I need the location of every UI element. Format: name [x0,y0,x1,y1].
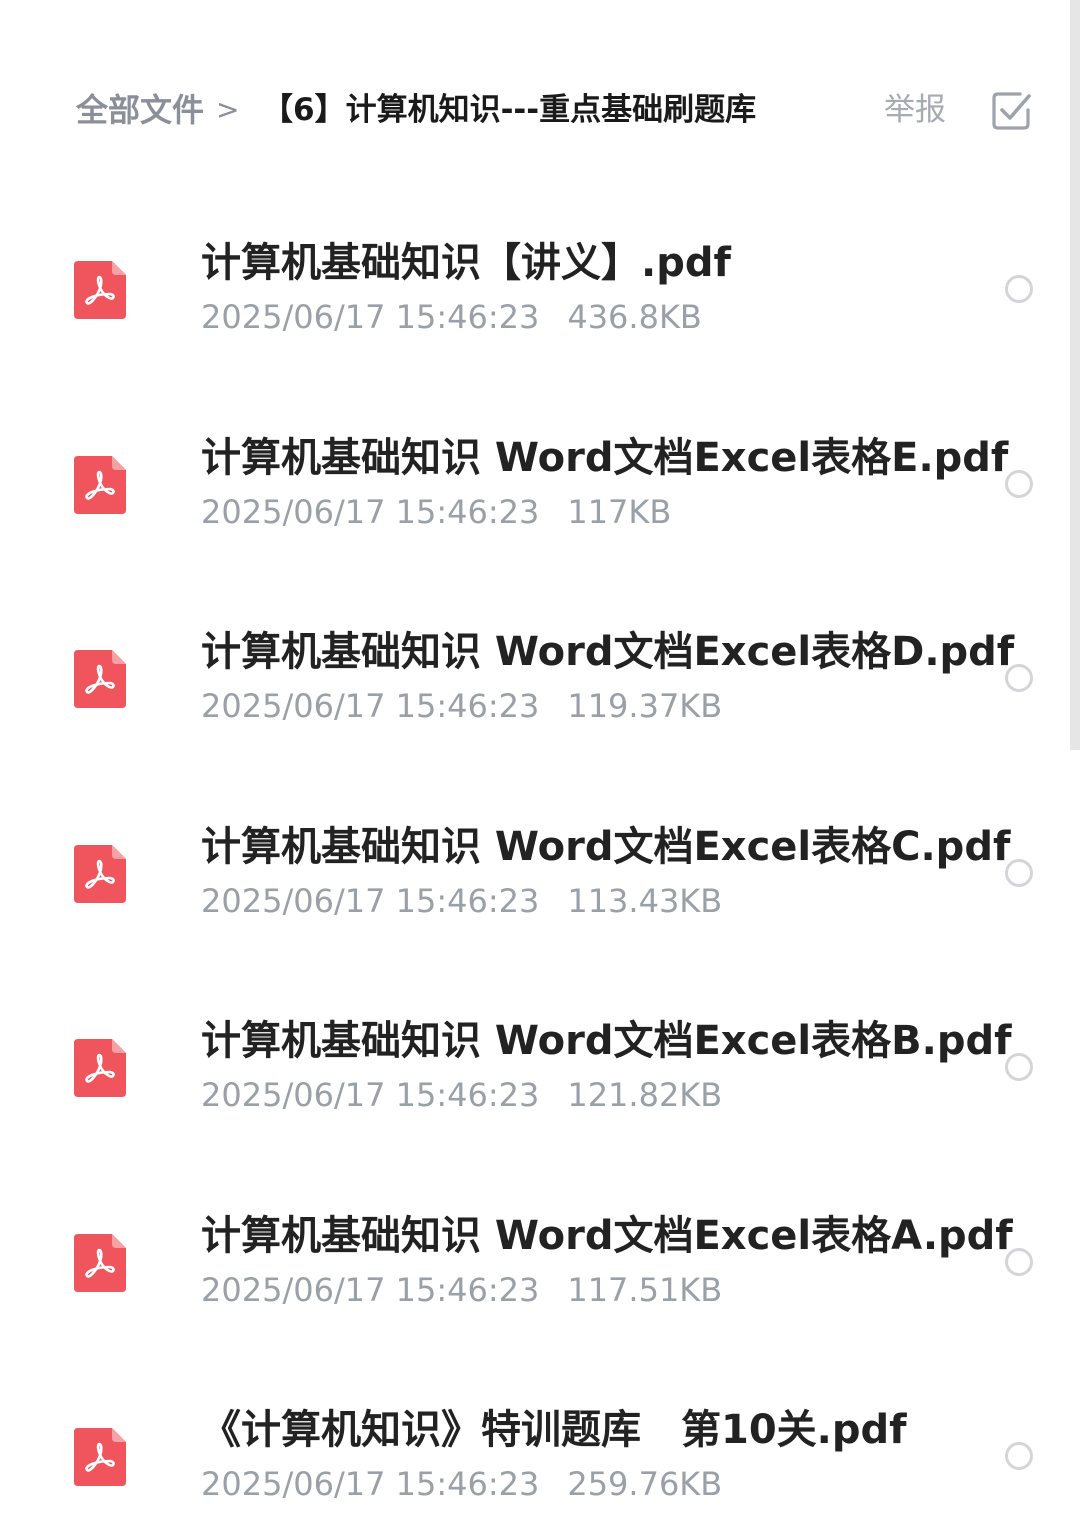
file-name: 计算机基础知识 Word文档Excel表格E.pdf [201,434,1009,481]
file-date: 2025/06/17 15:46:23 [201,492,540,531]
breadcrumb-root-link[interactable]: 全部文件 [76,90,204,130]
file-meta: 2025/06/17 15:46:23 259.76KB [201,1464,722,1504]
file-name: 计算机基础知识 Word文档Excel表格B.pdf [201,1018,1012,1064]
pdf-icon [72,454,128,516]
scrollbar[interactable] [1070,0,1080,750]
file-row[interactable]: 计算机基础知识 Word文档Excel表格A.pdf 2025/06/17 15:… [0,1166,1060,1360]
header-bar: 全部文件 > 【6】计算机知识---重点基础刷题库 举报 [0,60,1080,160]
file-date: 2025/06/17 15:46:23 [201,1270,540,1309]
select-radio[interactable] [1005,469,1033,498]
select-radio[interactable] [1005,664,1033,692]
file-meta: 2025/06/17 15:46:23 113.43KB [201,881,722,921]
file-row[interactable]: 《计算机知识》特训题库 第10关.pdf 2025/06/17 15:46:23 2… [0,1360,1060,1525]
file-row[interactable]: 计算机基础知识【讲义】.pdf 2025/06/17 15:46:23 436.8K… [0,193,1060,387]
file-date: 2025/06/17 15:46:23 [201,687,540,725]
select-radio[interactable] [1005,858,1033,887]
file-size: 259.76KB [567,1465,723,1503]
file-name: 计算机基础知识【讲义】.pdf [201,240,731,286]
file-row[interactable]: 计算机基础知识 Word文档Excel表格D.pdf 2025/06/17 15:… [0,582,1060,776]
file-size: 436.8KB [567,298,702,336]
file-row[interactable]: 计算机基础知识 Word文档Excel表格C.pdf 2025/06/17 15:… [0,777,1060,971]
pdf-icon [72,1037,128,1099]
select-radio[interactable] [1005,1442,1033,1470]
file-size: 117KB [567,492,672,531]
file-size: 121.82KB [567,1076,723,1114]
breadcrumb-separator: > [216,93,240,126]
pdf-icon [72,843,128,905]
report-button[interactable]: 举报 [884,90,946,130]
file-meta: 2025/06/17 15:46:23 117KB [201,492,671,532]
file-name: 《计算机知识》特训题库 第10关.pdf [201,1407,907,1453]
select-radio[interactable] [1005,275,1033,303]
pdf-icon [72,1426,128,1488]
file-date: 2025/06/17 15:46:23 [201,298,540,336]
file-date: 2025/06/17 15:46:23 [201,881,540,920]
file-browser-page: 全部文件 > 【6】计算机知识---重点基础刷题库 举报 计算机基础知识【讲义】… [0,0,1080,1525]
file-size: 113.43KB [567,881,723,920]
select-radio[interactable] [1005,1053,1033,1081]
file-name: 计算机基础知识 Word文档Excel表格C.pdf [201,823,1011,870]
file-date: 2025/06/17 15:46:23 [201,1465,540,1503]
file-meta: 2025/06/17 15:46:23 436.8KB [201,297,702,337]
file-meta: 2025/06/17 15:46:23 117.51KB [201,1270,722,1310]
file-row[interactable]: 计算机基础知识 Word文档Excel表格B.pdf 2025/06/17 15:… [0,971,1060,1165]
pdf-icon [72,648,128,710]
file-row[interactable]: 计算机基础知识 Word文档Excel表格E.pdf 2025/06/17 15:… [0,388,1060,582]
select-radio[interactable] [1005,1247,1033,1276]
file-name: 计算机基础知识 Word文档Excel表格D.pdf [201,629,1015,675]
file-size: 119.37KB [567,687,723,725]
file-meta: 2025/06/17 15:46:23 121.82KB [201,1075,722,1115]
file-name: 计算机基础知识 Word文档Excel表格A.pdf [201,1212,1013,1259]
checkbox-icon[interactable] [990,90,1034,132]
file-size: 117.51KB [567,1270,723,1309]
pdf-icon [72,1232,128,1294]
pdf-icon [72,259,128,321]
file-date: 2025/06/17 15:46:23 [201,1076,540,1114]
breadcrumb-current-folder: 【6】计算机知识---重点基础刷题库 [262,92,757,128]
file-meta: 2025/06/17 15:46:23 119.37KB [201,686,722,726]
